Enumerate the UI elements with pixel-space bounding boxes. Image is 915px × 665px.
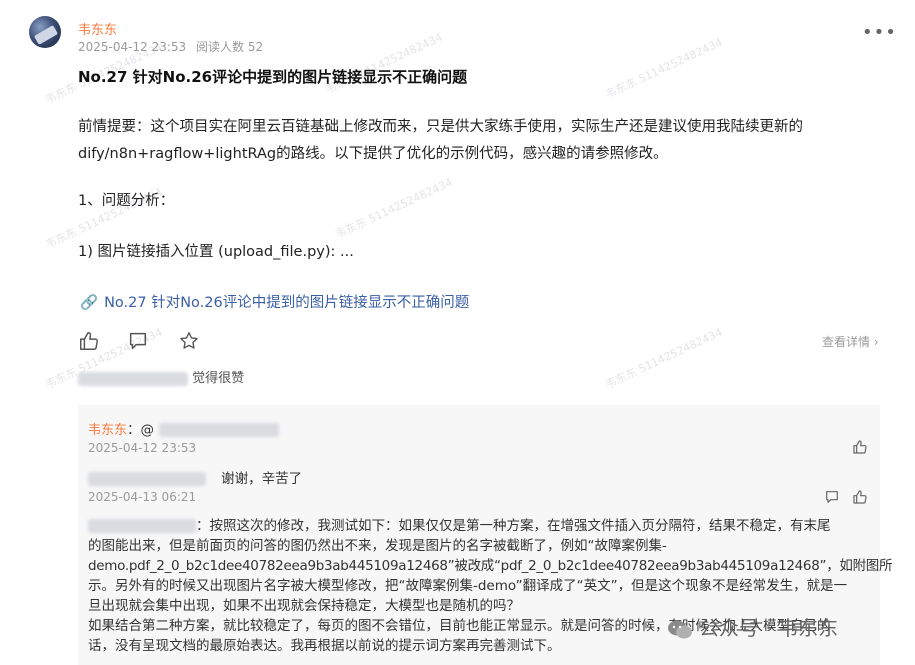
redacted-user [159, 422, 280, 437]
comment-text: 谢谢，辛苦了 [221, 471, 303, 487]
comment-line: 示。另外有的时候又出现图片名字被大模型修改，把“故障案例集-demo”翻译成了“… [88, 578, 848, 594]
comment-line: demo.pdf_2_0_b2c1dee40782eea9b3ab445109a… [88, 558, 893, 574]
post-author[interactable]: 韦东东 [78, 19, 117, 38]
comment-line: ：按照这次的修改，我测试如下：如果仅仅是第一种方案，在增强文件插入页分隔符，结果… [88, 516, 878, 536]
thumbs-up-icon[interactable] [852, 489, 868, 505]
post-paragraph: dify/n8n+ragflow+lightRAg的路线。以下提供了优化的示例代… [78, 146, 668, 162]
star-icon[interactable] [178, 330, 200, 352]
comment-prefix: ：@ [127, 422, 155, 438]
comment-header: 韦东东：@ [88, 419, 280, 440]
article-link-text: No.27 针对No.26评论中提到的图片链接显示不正确问题 [104, 295, 470, 311]
post-title: No.27 针对No.26评论中提到的图片链接显示不正确问题 [78, 68, 468, 86]
link-icon: 🔗 [80, 295, 99, 311]
comment-body-row: 谢谢，辛苦了 [88, 468, 302, 489]
comment-line: 的图能出来，但是前面页的问答的图仍然出不来，发现是图片的名字被截断了，例如“故障… [88, 538, 667, 554]
redacted-user [88, 519, 196, 533]
reads-count: 52 [247, 40, 264, 54]
comment-author[interactable]: 韦东东 [88, 423, 127, 438]
avatar[interactable] [29, 16, 61, 48]
post-date: 2025-04-12 23:53 [78, 40, 187, 54]
post-paragraph: 1) 图片链接插入位置 (upload_file.py): ... [78, 244, 354, 260]
brand-text: 公众号 · 韦东东 [699, 616, 839, 640]
comment-date: 2025-04-12 23:53 [88, 441, 197, 455]
comment-icon[interactable] [824, 489, 840, 505]
wechat-icon [668, 620, 692, 638]
comment-icon[interactable] [127, 330, 149, 352]
post-meta: 2025-04-12 23:53 阅读人数 52 [78, 38, 263, 55]
article-link[interactable]: 🔗 No.27 针对No.26评论中提到的图片链接显示不正确问题 [80, 291, 469, 312]
watermark: 韦东东 5114252482434 [603, 325, 725, 392]
view-detail-link[interactable]: 查看详情 › [822, 333, 879, 350]
thumbs-up-icon[interactable] [78, 330, 100, 352]
reads-label: 阅读人数 [195, 40, 244, 54]
post-paragraph: 前情提要：这个项目实在阿里云百链基础上修改而来，只是供大家练手使用，实际生产还是… [78, 119, 803, 135]
redacted-users [78, 371, 188, 386]
comment-date: 2025-04-13 06:21 [88, 490, 197, 504]
watermark: 韦东东 5114252482434 [603, 35, 725, 102]
thumbs-up-icon[interactable] [852, 439, 868, 455]
post-paragraph: 1、问题分析： [78, 193, 175, 209]
likes-suffix: 觉得很赞 [192, 371, 245, 386]
redacted-user [88, 471, 206, 486]
brand-watermark: 公众号 · 韦东东 [667, 612, 838, 641]
more-icon[interactable]: ••• [862, 22, 897, 43]
likes-row: 觉得很赞 [78, 367, 244, 386]
